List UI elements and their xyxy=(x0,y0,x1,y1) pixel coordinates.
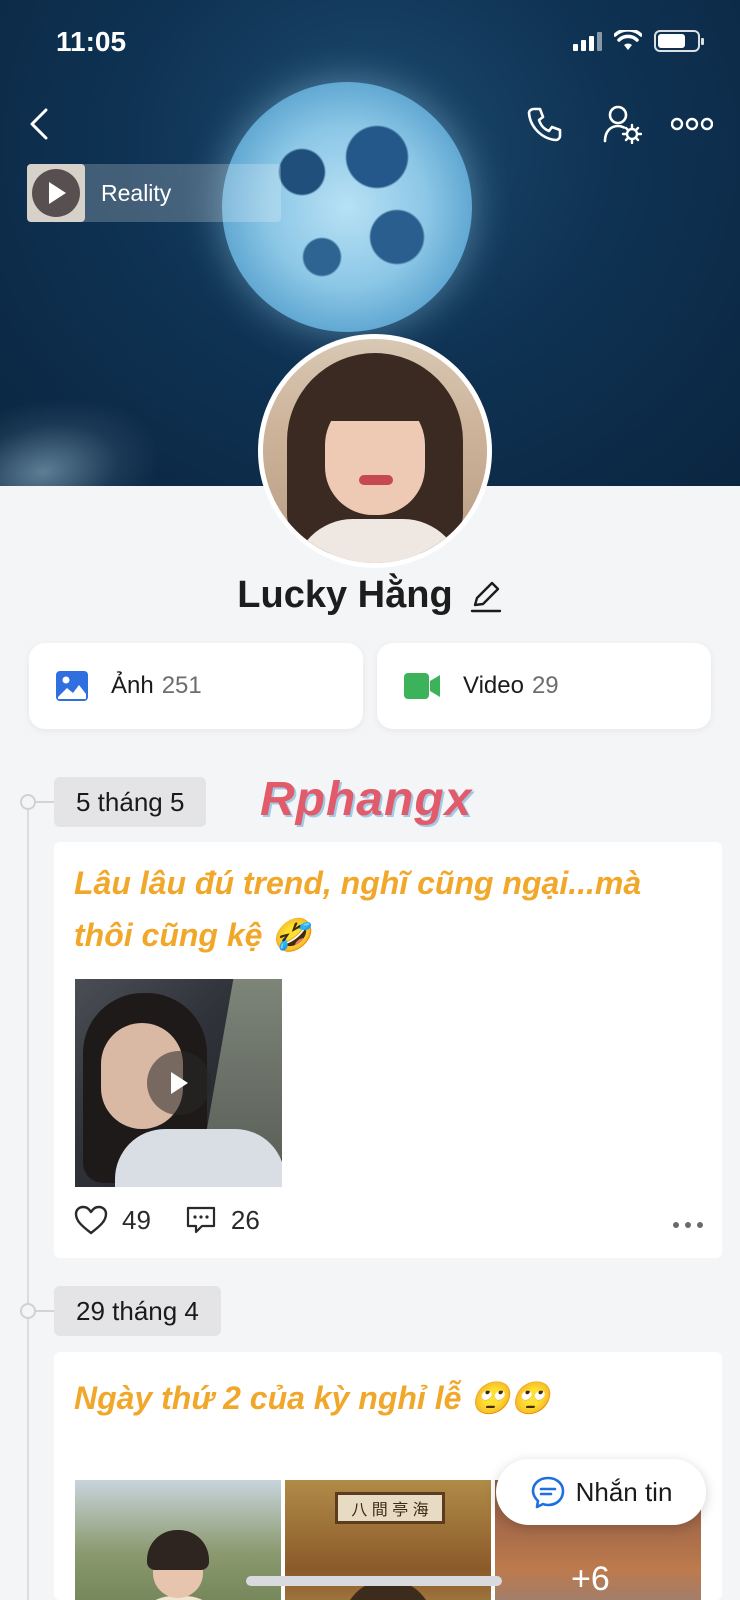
music-title: Reality xyxy=(101,179,172,206)
comment-icon xyxy=(186,1206,216,1234)
back-button[interactable] xyxy=(16,100,64,148)
photo-icon xyxy=(56,671,88,701)
videos-tile[interactable]: Video 29 xyxy=(377,643,711,729)
video-play-button[interactable] xyxy=(147,1051,211,1115)
post-actions: 49 26 xyxy=(74,1200,704,1240)
battery-icon xyxy=(654,30,704,52)
post-date-chip: 5 tháng 5 xyxy=(54,777,207,827)
more-horizontal-icon xyxy=(673,1221,703,1228)
post-text: Ngày thứ 2 của kỳ nghỉ lễ 🙄🙄 xyxy=(74,1380,550,1416)
feed-post[interactable]: Lâu lâu đú trend, nghĩ cũng ngại...mà th… xyxy=(54,842,722,1258)
watermark-logo: Rphangx xyxy=(260,773,473,826)
photos-label: Ảnh xyxy=(111,672,154,699)
timeline-line xyxy=(27,800,29,1600)
videos-count: 29 xyxy=(531,672,559,699)
call-button[interactable] xyxy=(520,100,568,148)
like-button[interactable]: 49 xyxy=(74,1205,151,1236)
cellular-signal-icon xyxy=(573,31,602,51)
comment-button[interactable]: 26 xyxy=(185,1205,260,1236)
send-message-label: Nhắn tin xyxy=(575,1476,673,1507)
music-album-art xyxy=(27,164,85,222)
videos-label: Video xyxy=(463,672,524,699)
phone-icon xyxy=(527,107,562,142)
more-horizontal-icon xyxy=(671,117,713,131)
comment-count: 26 xyxy=(230,1204,260,1235)
video-camera-icon xyxy=(404,673,440,699)
chat-bubble-icon xyxy=(531,1476,564,1509)
profile-settings-button[interactable] xyxy=(598,100,646,148)
status-icons xyxy=(573,30,704,52)
home-indicator[interactable] xyxy=(246,1576,502,1586)
user-gear-icon xyxy=(603,105,642,144)
temple-sign: 八 間 亭 海 xyxy=(335,1492,445,1524)
post-text: Lâu lâu đú trend, nghĩ cũng ngại...mà th… xyxy=(74,865,642,953)
play-icon xyxy=(49,182,66,204)
edit-pencil-icon[interactable] xyxy=(469,579,503,613)
chevron-left-icon xyxy=(30,108,48,140)
post-date-chip: 29 tháng 4 xyxy=(54,1286,221,1336)
wifi-icon xyxy=(614,30,642,50)
send-message-button[interactable]: Nhắn tin xyxy=(496,1459,706,1525)
more-options-button[interactable] xyxy=(668,100,716,148)
timeline-dot xyxy=(20,794,36,810)
timeline-dot xyxy=(20,1303,36,1319)
profile-music-player[interactable]: Reality xyxy=(27,164,281,222)
photos-count: 251 xyxy=(161,672,202,699)
heart-icon xyxy=(74,1205,108,1235)
status-time: 11:05 xyxy=(56,26,127,57)
profile-name-row: Lucky Hằng xyxy=(0,574,740,617)
profile-avatar[interactable] xyxy=(258,334,492,568)
play-icon xyxy=(171,1072,188,1094)
photos-tile[interactable]: Ảnh 251 xyxy=(29,643,363,729)
like-count: 49 xyxy=(122,1204,151,1235)
post-more-button[interactable] xyxy=(672,1205,704,1236)
post-video-thumbnail[interactable] xyxy=(75,979,282,1187)
more-photos-count: +6 xyxy=(571,1560,610,1598)
profile-name: Lucky Hằng xyxy=(237,574,453,616)
